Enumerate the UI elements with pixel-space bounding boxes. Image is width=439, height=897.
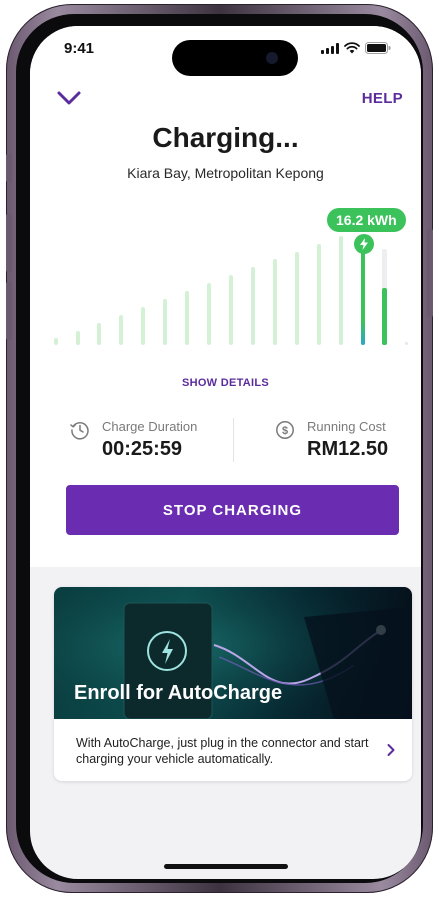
cost-value: RM12.50 bbox=[307, 438, 389, 460]
page-title: Charging... bbox=[152, 122, 299, 153]
volume-down-button bbox=[6, 282, 12, 340]
wifi-icon bbox=[344, 42, 360, 54]
help-link[interactable]: HELP bbox=[362, 90, 403, 107]
screen: 9:41 HELP Charging... Kiara Bay, Metropo… bbox=[30, 26, 421, 879]
promo-banner-image: Enroll for AutoCharge bbox=[54, 587, 412, 719]
chart-bar-fill bbox=[382, 288, 387, 345]
chart-bar bbox=[185, 291, 189, 345]
chart-bar bbox=[339, 236, 343, 345]
volume-up-button bbox=[6, 214, 12, 272]
device-frame: 9:41 HELP Charging... Kiara Bay, Metropo… bbox=[6, 4, 433, 893]
chart-bar bbox=[163, 299, 167, 345]
dollar-circle-icon: $ bbox=[276, 421, 294, 439]
chart-bar bbox=[54, 338, 58, 345]
promo-description: With AutoCharge, just plug in the connec… bbox=[76, 736, 369, 766]
chevron-down-icon[interactable] bbox=[56, 90, 82, 106]
chart-bar bbox=[141, 307, 145, 345]
stop-charging-button[interactable]: STOP CHARGING bbox=[66, 485, 399, 535]
chart-bar bbox=[229, 275, 233, 345]
chart-bar bbox=[251, 267, 255, 345]
home-indicator[interactable] bbox=[164, 864, 288, 869]
cellular-signal-icon bbox=[321, 43, 339, 54]
stats-divider bbox=[233, 418, 234, 462]
dynamic-island bbox=[172, 40, 298, 76]
chart-bar bbox=[97, 323, 101, 345]
mute-switch bbox=[6, 154, 12, 182]
svg-text:$: $ bbox=[282, 425, 288, 437]
duration-label: Charge Duration bbox=[102, 419, 198, 434]
bolt-icon bbox=[354, 234, 374, 254]
show-details-link[interactable]: SHOW DETAILS bbox=[30, 377, 421, 389]
chart-bar bbox=[317, 244, 321, 345]
status-time: 9:41 bbox=[64, 40, 95, 57]
chart-bar bbox=[76, 331, 80, 345]
power-button bbox=[427, 229, 433, 317]
chart-bar bbox=[119, 315, 123, 345]
chart-bar bbox=[295, 252, 299, 345]
history-clock-icon bbox=[70, 422, 89, 440]
cost-label: Running Cost bbox=[307, 419, 386, 434]
charging-session-card: 9:41 HELP Charging... Kiara Bay, Metropo… bbox=[30, 26, 421, 567]
energy-delivered-badge: 16.2 kWh bbox=[327, 208, 406, 232]
duration-value: 00:25:59 bbox=[102, 438, 183, 460]
chevron-right-icon[interactable] bbox=[386, 743, 396, 757]
chart-bar bbox=[405, 342, 408, 345]
station-location: Kiara Bay, Metropolitan Kepong bbox=[127, 165, 324, 181]
chart-bar bbox=[207, 283, 211, 345]
chart-bar bbox=[273, 259, 277, 345]
autocharge-promo-card[interactable]: Enroll for AutoCharge With AutoCharge, j… bbox=[54, 587, 412, 781]
promo-title: Enroll for AutoCharge bbox=[74, 682, 283, 704]
chart-bar-current bbox=[361, 252, 365, 345]
battery-icon bbox=[365, 42, 391, 54]
